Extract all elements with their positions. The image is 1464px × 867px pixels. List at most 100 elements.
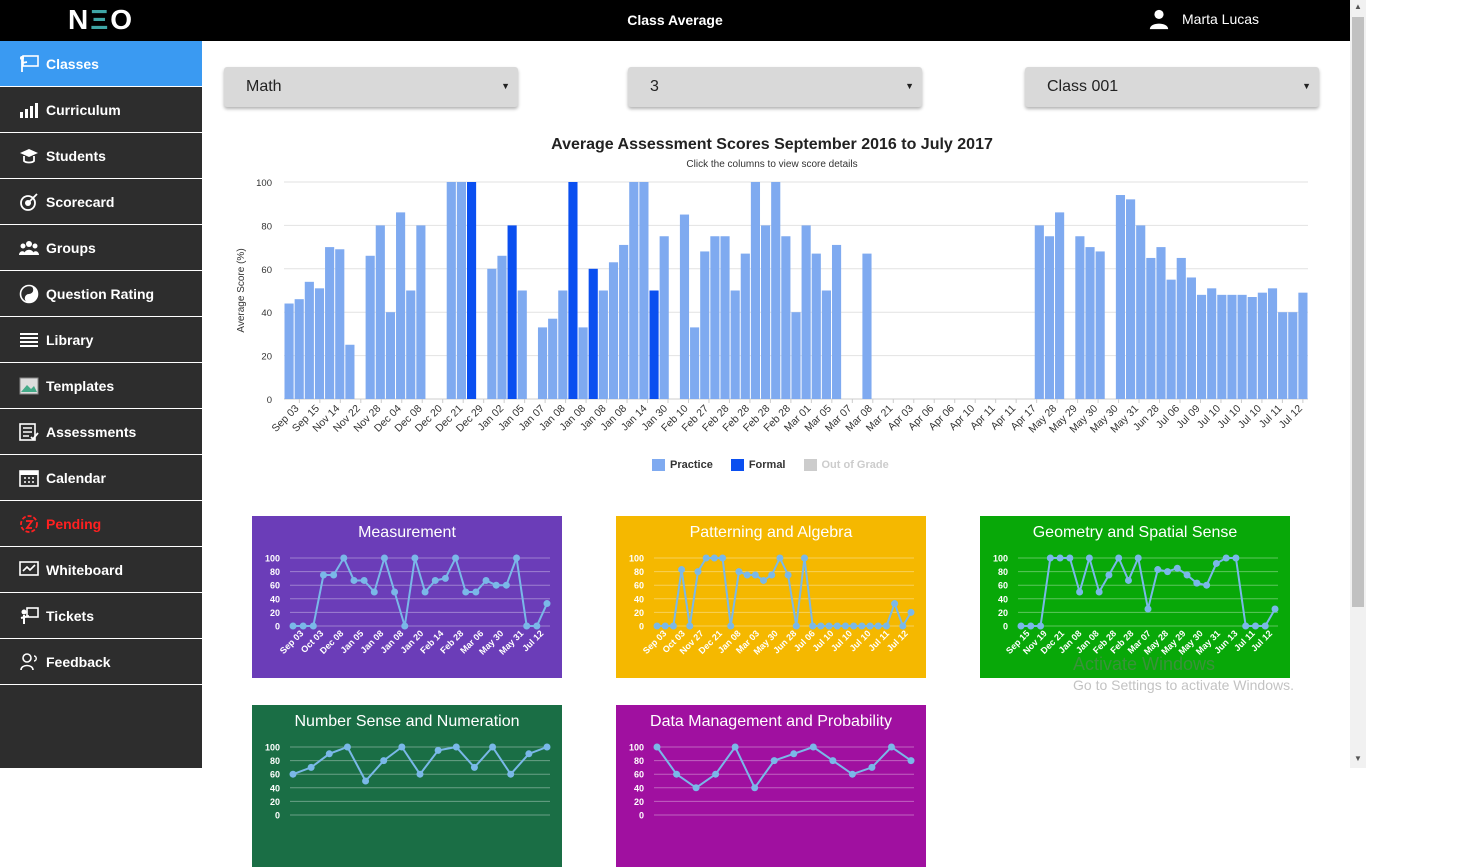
data-point[interactable] — [1261, 622, 1269, 630]
data-point[interactable] — [833, 622, 841, 630]
data-point[interactable] — [1124, 576, 1132, 584]
bar[interactable] — [608, 262, 619, 399]
data-point[interactable] — [743, 571, 751, 579]
bar[interactable] — [294, 299, 304, 399]
data-point[interactable] — [727, 622, 735, 630]
bar[interactable] — [1166, 279, 1176, 399]
data-point[interactable] — [829, 757, 837, 765]
data-point[interactable] — [350, 576, 358, 584]
data-point[interactable] — [502, 581, 510, 589]
bar[interactable] — [1247, 297, 1257, 399]
data-point[interactable] — [661, 622, 669, 630]
bar[interactable] — [385, 312, 396, 399]
bar[interactable] — [1176, 257, 1186, 399]
data-point[interactable] — [523, 622, 531, 630]
bar[interactable] — [730, 290, 740, 400]
data-point[interactable] — [907, 608, 915, 616]
data-point[interactable] — [673, 770, 681, 778]
bar[interactable] — [558, 290, 568, 400]
data-point[interactable] — [887, 743, 895, 751]
bar[interactable] — [1288, 312, 1298, 399]
legend-out-of-grade[interactable]: Out of Grade — [803, 459, 889, 471]
bar[interactable] — [598, 290, 608, 400]
data-point[interactable] — [325, 750, 333, 758]
data-point[interactable] — [760, 576, 768, 584]
data-point[interactable] — [694, 568, 702, 576]
data-point[interactable] — [1203, 581, 1211, 589]
sidebar-item-students[interactable]: Students — [0, 133, 202, 179]
grade-select[interactable]: 3 ▼ — [628, 67, 922, 107]
bar[interactable] — [1136, 225, 1146, 399]
card-line-chart[interactable]: 020406080100Sep 03Oct 03Dec 08Jan 05Jan … — [252, 546, 562, 678]
bar[interactable] — [335, 249, 345, 399]
data-point[interactable] — [462, 588, 470, 596]
bar[interactable] — [1278, 312, 1288, 399]
data-point[interactable] — [441, 574, 449, 582]
bar[interactable] — [1156, 247, 1166, 399]
bar[interactable] — [659, 236, 669, 399]
scroll-thumb[interactable] — [1352, 17, 1364, 607]
sidebar-item-question-rating[interactable]: Question Rating — [0, 271, 202, 317]
data-point[interactable] — [289, 622, 297, 630]
data-point[interactable] — [1173, 564, 1181, 572]
bar[interactable] — [314, 288, 325, 399]
data-point[interactable] — [1056, 554, 1064, 562]
legend-formal[interactable]: Formal — [730, 459, 786, 471]
data-point[interactable] — [817, 622, 825, 630]
bar[interactable] — [284, 303, 294, 399]
data-point[interactable] — [1027, 622, 1035, 630]
sidebar-item-assessments[interactable]: Assessments — [0, 409, 202, 455]
data-point[interactable] — [533, 622, 541, 630]
data-point[interactable] — [809, 622, 817, 630]
bar[interactable] — [588, 268, 598, 399]
bar[interactable] — [740, 253, 750, 399]
data-point[interactable] — [669, 622, 677, 630]
sidebar-item-calendar[interactable]: Calendar — [0, 455, 202, 501]
data-point[interactable] — [1154, 566, 1162, 574]
bar[interactable] — [456, 182, 466, 399]
data-point[interactable] — [850, 622, 858, 630]
data-point[interactable] — [416, 770, 424, 778]
bar[interactable] — [750, 182, 761, 399]
legend-practice[interactable]: Practice — [652, 459, 713, 471]
data-point[interactable] — [307, 763, 315, 771]
data-point[interactable] — [452, 743, 460, 751]
sidebar-item-curriculum[interactable]: Curriculum — [0, 87, 202, 133]
data-point[interactable] — [1046, 554, 1054, 562]
bar[interactable] — [862, 253, 872, 399]
bar[interactable] — [781, 236, 791, 399]
data-point[interactable] — [1242, 622, 1250, 630]
data-point[interactable] — [907, 757, 915, 765]
data-point[interactable] — [841, 622, 849, 630]
bar[interactable] — [517, 290, 527, 400]
data-point[interactable] — [289, 770, 297, 778]
bar[interactable] — [1034, 225, 1044, 399]
data-point[interactable] — [489, 743, 497, 751]
data-point[interactable] — [653, 622, 661, 630]
data-point[interactable] — [492, 581, 500, 589]
data-point[interactable] — [719, 554, 727, 562]
card-patterning-algebra[interactable]: Patterning and Algebra 0 20 40 60 80 100 Sep 0… — [616, 516, 926, 678]
data-point[interactable] — [525, 750, 533, 758]
bar[interactable] — [720, 236, 730, 399]
data-point[interactable] — [751, 784, 759, 792]
data-point[interactable] — [380, 757, 388, 765]
data-point[interactable] — [299, 622, 307, 630]
card-line-chart[interactable]: 020406080100Sep 03Oct 03Nov 27Dec 21Jan … — [616, 546, 926, 678]
user-menu[interactable]: Marta Lucas — [1148, 8, 1259, 30]
card-line-chart[interactable]: 0 20 40 60 80 100 — [252, 735, 562, 867]
bar[interactable] — [1257, 292, 1267, 399]
data-point[interactable] — [702, 554, 710, 562]
data-point[interactable] — [1232, 554, 1240, 562]
bar[interactable] — [629, 182, 639, 399]
data-point[interactable] — [751, 571, 759, 579]
sidebar-item-scorecard[interactable]: Scorecard — [0, 179, 202, 225]
data-point[interactable] — [482, 576, 490, 584]
data-point[interactable] — [770, 757, 778, 765]
bar[interactable] — [710, 236, 720, 399]
page-scrollbar[interactable]: ▲ ▼ — [1350, 0, 1366, 768]
bar[interactable] — [679, 214, 690, 399]
bar[interactable] — [466, 182, 477, 399]
data-point[interactable] — [784, 571, 792, 579]
bar[interactable] — [649, 290, 659, 400]
